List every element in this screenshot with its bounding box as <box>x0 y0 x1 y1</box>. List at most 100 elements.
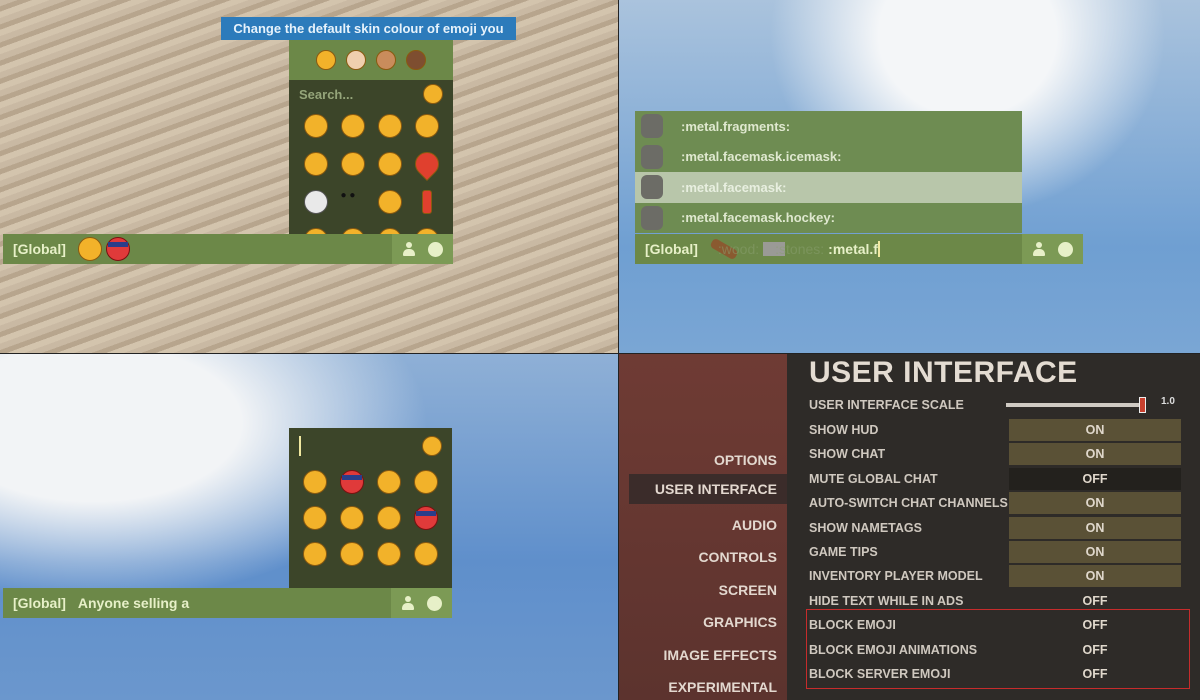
face-emoji-icon[interactable] <box>340 506 365 530</box>
setting-toggle[interactable]: OFF <box>1009 467 1181 490</box>
page-title: USER INTERFACE <box>809 356 1078 389</box>
settings-panel: OPTIONS USER INTERFACE AUDIO CONTROLS SCREEN… <box>619 354 1200 700</box>
suggestion-label: :metal.facemask: <box>681 179 787 195</box>
emoji-grid <box>289 464 452 572</box>
suggestion-label: :metal.fragments: <box>681 118 791 134</box>
chat-emoji-ninja-face <box>105 237 130 261</box>
skin-tone-dark[interactable] <box>406 50 426 70</box>
user-icon[interactable] <box>402 242 416 256</box>
setting-row: MUTE GLOBAL CHAT OFF <box>809 467 1184 490</box>
chat-ghost-text: :wood: <box>717 241 760 257</box>
setting-row: SHOW NAMETAGS ON <box>809 516 1184 539</box>
angry-face-emoji-icon[interactable] <box>303 470 328 494</box>
emoji-picker-skin-panel: Change the default skin colour of emoji … <box>0 0 618 353</box>
thinking-face-emoji-icon[interactable] <box>377 152 402 176</box>
user-icon[interactable] <box>1032 242 1046 256</box>
skin-tone-selector <box>289 40 453 80</box>
person-emoji-icon[interactable] <box>377 190 402 214</box>
face-emoji-icon[interactable] <box>303 542 328 566</box>
exclamation-emoji-icon[interactable] <box>421 190 432 214</box>
skin-tone-toggle-icon[interactable] <box>422 436 442 456</box>
setting-toggle[interactable]: ON <box>1009 541 1181 563</box>
setting-label: AUTO-SWITCH CHAT CHANNELS <box>809 496 1008 511</box>
emoji-search[interactable] <box>289 428 452 464</box>
emoji-icon[interactable] <box>428 241 443 257</box>
menu-item-graphics[interactable]: GRAPHICS <box>703 614 777 630</box>
setting-toggle[interactable]: ON <box>1009 419 1181 441</box>
emoji-picker: Search... ● ● <box>289 40 453 235</box>
chat-input[interactable]: Anyone selling a <box>78 595 189 611</box>
setting-ui-scale: USER INTERFACE SCALE 1.0 <box>809 394 1184 416</box>
chat-channel[interactable]: [Global] <box>13 241 66 257</box>
item-thumbnail-icon <box>641 114 663 139</box>
emoji-search[interactable]: Search... <box>289 80 453 108</box>
chat-input[interactable]: :metal.f <box>828 241 878 257</box>
face-emoji-icon[interactable] <box>303 114 328 138</box>
ui-scale-slider[interactable] <box>1006 397 1146 413</box>
kissing-face-emoji-icon[interactable] <box>340 152 365 176</box>
sad-face-emoji-icon[interactable] <box>376 542 401 566</box>
heart-eyes-face-emoji-icon[interactable] <box>376 506 401 530</box>
setting-row: SHOW CHAT ON <box>809 443 1184 466</box>
emoji-autocomplete-panel: :metal.fragments::metal.facemask.icemask… <box>619 0 1200 353</box>
face-emoji-icon[interactable] <box>377 114 402 138</box>
setting-toggle[interactable]: ON <box>1009 492 1181 515</box>
sunglasses-face-emoji-icon[interactable] <box>303 152 328 176</box>
suggestion-item[interactable]: :metal.facemask.icemask: <box>635 141 1022 172</box>
face-emoji-icon[interactable] <box>340 114 365 138</box>
skin-tone-tooltip: Change the default skin colour of emoji … <box>221 17 516 59</box>
emoji-icon[interactable] <box>1058 241 1073 257</box>
item-thumbnail-icon <box>641 144 663 169</box>
suggestion-item[interactable]: :metal.fragments: <box>635 111 1022 142</box>
emoji-picker-chat-panel: [Global] Anyone selling a <box>0 354 618 700</box>
menu-item-image-effects[interactable]: IMAGE EFFECTS <box>663 647 777 663</box>
emoji-search-input[interactable] <box>299 436 301 456</box>
skin-tone-default[interactable] <box>316 50 336 70</box>
setting-toggle[interactable]: ON <box>1009 443 1181 466</box>
suggestion-item[interactable]: :metal.facemask: <box>635 172 1022 203</box>
chat-bar[interactable]: [Global] :wood: :stones: :metal.f <box>635 234 1083 264</box>
setting-label: SHOW NAMETAGS <box>809 520 922 535</box>
face-emoji-icon[interactable] <box>414 114 439 138</box>
emoji-icon[interactable] <box>427 595 442 611</box>
chat-bar[interactable]: [Global] <box>3 234 453 264</box>
chat-ghost-text: :stones: <box>775 241 825 257</box>
menu-item-screen[interactable]: SCREEN <box>719 582 777 598</box>
skin-tone-toggle-icon[interactable] <box>423 84 443 104</box>
face-emoji-icon[interactable] <box>340 542 365 566</box>
suggestion-label: :metal.facemask.icemask: <box>681 149 842 165</box>
menu-item-experimental[interactable]: EXPERIMENTAL <box>668 679 777 695</box>
setting-row: GAME TIPS ON <box>809 541 1184 563</box>
skin-tone-light[interactable] <box>346 50 366 70</box>
setting-label: USER INTERFACE SCALE <box>809 398 964 412</box>
setting-toggle[interactable]: ON <box>1009 516 1181 539</box>
suggestion-list: :metal.fragments::metal.facemask.icemask… <box>635 111 1022 233</box>
emoji-search-input[interactable]: Search... <box>299 87 353 102</box>
item-thumbnail-icon <box>641 175 663 200</box>
chat-bar[interactable]: [Global] Anyone selling a <box>3 588 452 618</box>
ninja-face-emoji-icon[interactable] <box>340 470 365 494</box>
glasses-face-emoji-icon[interactable] <box>413 542 438 566</box>
skull-emoji-icon[interactable] <box>303 190 328 214</box>
setting-label: SHOW CHAT <box>809 447 886 462</box>
suggestion-item[interactable]: :metal.facemask.hockey: <box>635 202 1022 233</box>
menu-item-audio[interactable]: AUDIO <box>732 517 777 533</box>
ninja-face-emoji-icon[interactable] <box>413 506 438 530</box>
setting-toggle[interactable]: ON <box>1009 565 1181 588</box>
slider-handle[interactable] <box>1139 397 1146 413</box>
setting-label: GAME TIPS <box>809 545 878 559</box>
face-emoji-icon[interactable] <box>376 470 401 494</box>
face-emoji-icon[interactable] <box>303 506 328 530</box>
chat-channel[interactable]: [Global] <box>645 241 698 257</box>
chat-channel[interactable]: [Global] <box>13 595 66 611</box>
emoji-picker <box>289 428 452 588</box>
laughing-face-emoji-icon[interactable] <box>413 470 438 494</box>
menu-item-controls[interactable]: CONTROLS <box>698 549 777 565</box>
menu-item-options[interactable]: OPTIONS <box>714 452 777 468</box>
eyes-emoji-icon[interactable]: ● ● <box>341 190 365 214</box>
menu-item-user-interface[interactable]: USER INTERFACE <box>629 474 787 504</box>
heart-emoji-icon[interactable] <box>409 147 444 181</box>
user-icon[interactable] <box>401 596 415 610</box>
suggestion-label: :metal.facemask.hockey: <box>681 210 835 226</box>
skin-tone-medium[interactable] <box>376 50 396 70</box>
